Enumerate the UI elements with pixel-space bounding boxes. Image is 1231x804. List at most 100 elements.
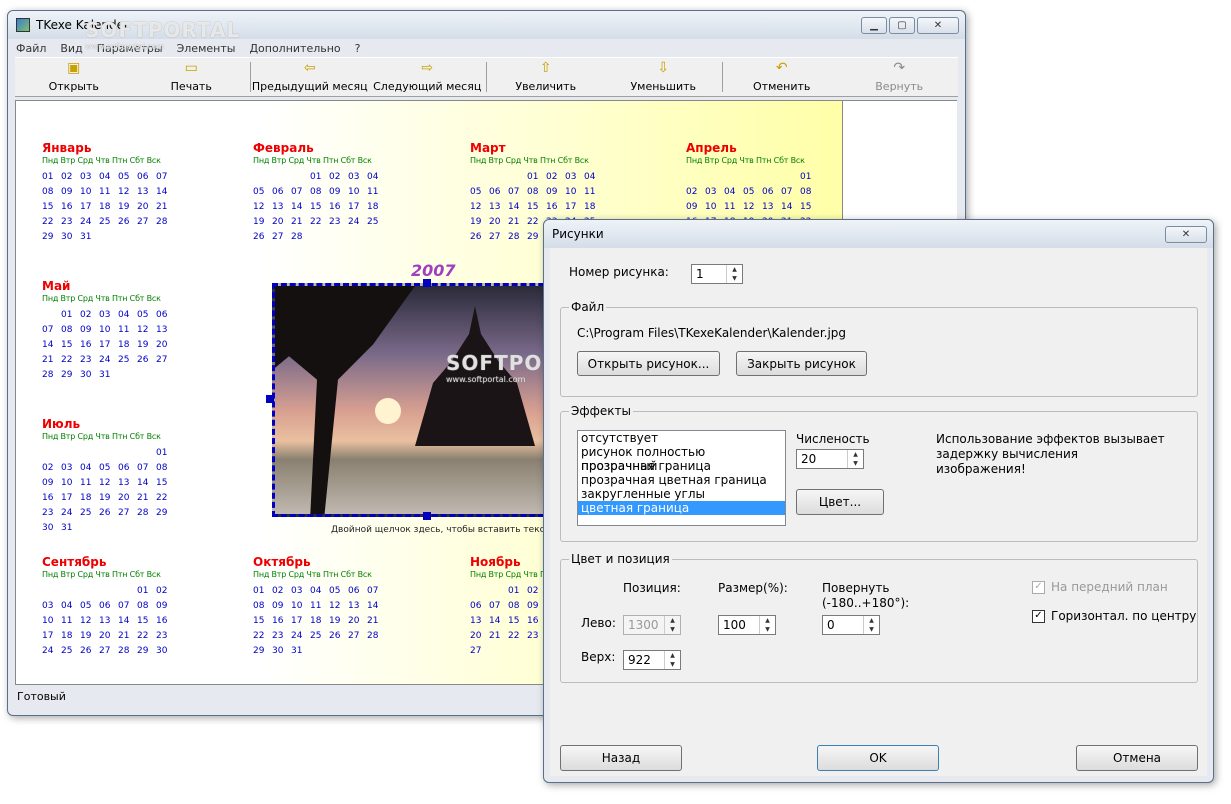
zoom-in-button[interactable]: ⇧ Увеличить — [487, 58, 605, 96]
day-cell: 03 — [348, 172, 360, 182]
calendar-photo[interactable] — [272, 283, 562, 517]
dialog-close-button[interactable]: ✕ — [1165, 226, 1207, 243]
size-value[interactable]: 100 — [719, 616, 759, 634]
size-label: Размер(%): — [718, 581, 788, 595]
day-cell: 29 — [42, 232, 54, 242]
redo-button[interactable]: ↷ Вернуть — [840, 58, 958, 96]
color-button[interactable]: Цвет... — [796, 489, 884, 515]
rotate-value[interactable]: 0 — [823, 616, 863, 634]
day-cell: 21 — [137, 493, 149, 503]
spin-down-icon[interactable]: ▼ — [670, 626, 675, 633]
day-cell: 26 — [253, 232, 265, 242]
day-cell: 14 — [42, 340, 54, 350]
ok-button[interactable]: OK — [817, 745, 939, 771]
day-cell: 15 — [310, 202, 322, 212]
day-cell: 11 — [310, 601, 322, 611]
day-cell: 01 — [310, 172, 322, 182]
day-cell: 16 — [156, 616, 168, 626]
effect-item[interactable]: рисунок полностью прозрачный — [578, 445, 785, 473]
resize-handle[interactable] — [423, 512, 431, 520]
cancel-button[interactable]: Отмена — [1076, 745, 1198, 771]
effect-item[interactable]: закругленные углы — [578, 487, 785, 501]
day-cell: 30 — [156, 646, 168, 656]
top-value[interactable]: 922 — [624, 651, 664, 669]
effects-list[interactable]: отсутствует рисунок полностью прозрачный… — [577, 430, 786, 526]
spin-up-icon[interactable]: ▲ — [765, 617, 770, 624]
spin-down-icon[interactable]: ▼ — [670, 661, 675, 668]
day-cell: 21 — [508, 217, 520, 227]
day-cell: 05 — [137, 310, 149, 320]
spin-up-icon[interactable]: ▲ — [853, 451, 858, 458]
close-button[interactable]: ✕ — [917, 17, 959, 34]
left-value[interactable]: 1300 — [624, 616, 664, 634]
pic-number-value[interactable]: 1 — [692, 265, 726, 283]
numeric-spinner[interactable]: 20 ▲ ▼ — [796, 449, 864, 469]
menu-file[interactable]: Файл — [16, 42, 46, 55]
day-cell: 19 — [137, 340, 149, 350]
day-cell: 06 — [348, 586, 360, 596]
day-cell: 08 — [253, 601, 265, 611]
day-cell: 03 — [80, 172, 92, 182]
day-cell: 03 — [61, 463, 73, 473]
spin-up-icon[interactable]: ▲ — [670, 617, 675, 624]
effect-item[interactable]: прозрачная цветная граница — [578, 473, 785, 487]
resize-handle[interactable] — [266, 395, 274, 403]
effect-item[interactable]: отсутствует — [578, 431, 785, 445]
spin-down-icon[interactable]: ▼ — [869, 626, 874, 633]
month-name: Январь — [42, 141, 92, 155]
open-button[interactable]: ▣ Открыть — [15, 58, 133, 96]
dialog-titlebar[interactable]: Рисунки ✕ — [544, 220, 1213, 248]
spin-up-icon[interactable]: ▲ — [670, 652, 675, 659]
days-grid: 01 02 03 04 05 06 07 08 09 10 11 12 13 14 15 16 17 18 19 20… — [42, 172, 222, 244]
close-picture-button[interactable]: Закрыть рисунок — [736, 351, 867, 376]
day-cell: 16 — [61, 202, 73, 212]
left-spinner[interactable]: 1300 ▲ ▼ — [623, 615, 681, 635]
day-cell — [42, 586, 61, 598]
day-cell: 22 — [310, 217, 322, 227]
open-label: Открыть — [48, 80, 99, 93]
menu-help[interactable]: ? — [355, 42, 361, 55]
top-spinner[interactable]: 922 ▲ ▼ — [623, 650, 681, 670]
zoom-out-button[interactable]: ⇩ Уменьшить — [604, 58, 722, 96]
day-cell: 01 — [508, 586, 520, 596]
photo-caption[interactable]: Двойной щелчок здесь, чтобы вставить тек… — [331, 525, 550, 535]
day-cell — [508, 172, 527, 184]
day-cell: 22 — [42, 217, 54, 227]
spin-up-icon[interactable]: ▲ — [732, 266, 737, 273]
pic-number-spinner[interactable]: 1 ▲ ▼ — [691, 264, 743, 284]
menu-extra[interactable]: Дополнительно — [249, 42, 340, 55]
foreground-checkbox[interactable]: ✓ На передний план — [1032, 580, 1168, 594]
back-button[interactable]: Назад — [560, 745, 682, 771]
resize-handle[interactable] — [423, 279, 431, 287]
day-cell: 04 — [310, 586, 322, 596]
menu-view[interactable]: Вид — [60, 42, 82, 55]
rotate-spinner[interactable]: 0 ▲ ▼ — [822, 615, 880, 635]
day-cell: 18 — [99, 202, 111, 212]
spin-down-icon[interactable]: ▼ — [765, 626, 770, 633]
size-spinner[interactable]: 100 ▲ ▼ — [718, 615, 776, 635]
minimize-button[interactable]: ▁ — [861, 17, 887, 34]
zoom-in-label: Увеличить — [515, 80, 577, 93]
prev-month-button[interactable]: ⇦ Предыдущий месяц — [251, 58, 369, 96]
print-button[interactable]: ▭ Печать — [133, 58, 251, 96]
day-cell: 21 — [367, 616, 379, 626]
next-month-button[interactable]: ⇨ Следующий месяц — [368, 58, 486, 96]
center-checkbox[interactable]: ✓ Горизонтал. по центру — [1032, 609, 1196, 623]
day-cell: 12 — [99, 478, 111, 488]
undo-icon: ↶ — [775, 60, 788, 76]
undo-button[interactable]: ↶ Отменить — [723, 58, 841, 96]
effect-item-selected[interactable]: цветная граница — [578, 501, 785, 515]
spin-down-icon[interactable]: ▼ — [732, 275, 737, 282]
month-block: Январь Пнд Втр Срд Чтв Птн Сбт Вск 01 02 03 0… — [42, 141, 222, 244]
spin-down-icon[interactable]: ▼ — [853, 460, 858, 467]
day-cell: 03 — [565, 172, 577, 182]
day-cell: 28 — [156, 217, 168, 227]
foreground-label: На передний план — [1051, 580, 1168, 594]
maximize-button[interactable]: ▢ — [889, 17, 915, 34]
numeric-value[interactable]: 20 — [797, 450, 847, 468]
dialog-body: Номер рисунка: 1 ▲ ▼ Файл C:\Program Files… — [550, 248, 1207, 776]
effect-item[interactable]: прозрачная граница — [578, 459, 785, 473]
spin-up-icon[interactable]: ▲ — [869, 617, 874, 624]
open-picture-button[interactable]: Открыть рисунок... — [577, 351, 720, 376]
day-cell: 25 — [310, 631, 322, 641]
